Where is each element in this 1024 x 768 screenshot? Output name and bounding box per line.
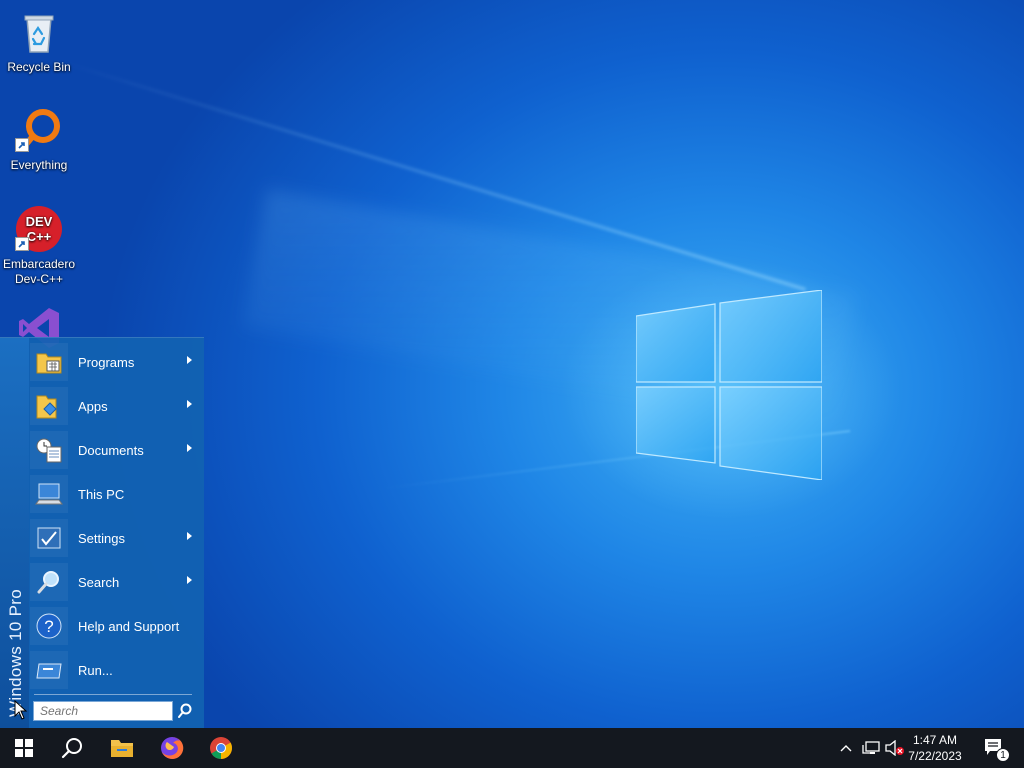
desktop-icon-everything[interactable]: Everything — [0, 106, 78, 173]
menu-item-help[interactable]: ? Help and Support — [30, 605, 200, 647]
taskbar-clock[interactable]: 1:47 AM 7/22/2023 — [904, 732, 966, 764]
menu-item-label: Search — [78, 574, 120, 590]
search-icon — [178, 703, 192, 718]
submenu-arrow-icon — [187, 400, 192, 408]
firefox-icon — [161, 736, 184, 759]
network-tray-button[interactable] — [860, 728, 882, 768]
chrome-icon — [210, 737, 232, 759]
menu-item-label: Settings — [78, 530, 125, 546]
menu-item-documents[interactable]: Documents — [30, 429, 200, 471]
taskbar-search-button[interactable] — [48, 728, 96, 768]
volume-muted-icon — [885, 740, 904, 756]
folder-icon — [111, 740, 133, 757]
clock-time: 1:47 AM — [912, 733, 958, 747]
shortcut-arrow-icon — [15, 138, 29, 152]
menu-item-label: Apps — [78, 398, 108, 414]
submenu-arrow-icon — [187, 532, 192, 540]
network-icon — [862, 741, 880, 754]
taskbar: 1:47 AM 7/22/2023 1 — [0, 728, 1024, 768]
action-center-button[interactable]: 1 — [978, 728, 1012, 768]
menu-item-label: Programs — [78, 354, 135, 370]
firefox-button[interactable] — [148, 728, 196, 768]
chevron-up-icon — [840, 745, 852, 752]
volume-tray-button[interactable] — [884, 728, 906, 768]
windows-wallpaper-logo — [636, 290, 822, 480]
menu-item-apps[interactable]: Apps — [30, 385, 200, 427]
svg-text:?: ? — [44, 617, 53, 636]
menu-item-search[interactable]: Search — [30, 561, 200, 603]
menu-separator — [34, 694, 192, 695]
menu-item-label: Run... — [78, 662, 113, 678]
apps-folder-icon — [30, 387, 68, 425]
clock-date: 7/22/2023 — [908, 749, 962, 763]
submenu-arrow-icon — [187, 576, 192, 584]
desktop-icon-recycle-bin[interactable]: Recycle Bin — [0, 8, 78, 75]
run-icon — [30, 651, 68, 689]
desktop-icon-label: Recycle Bin — [7, 60, 71, 74]
start-button[interactable] — [0, 728, 48, 768]
svg-text:C++: C++ — [27, 229, 52, 244]
show-hidden-icons-button[interactable] — [836, 728, 856, 768]
recycle-bin-icon — [15, 8, 63, 56]
banner-text: Windows 10 Pro — [6, 589, 25, 717]
menu-item-label: This PC — [78, 486, 125, 502]
documents-icon — [30, 431, 68, 469]
start-menu-search-input[interactable] — [33, 701, 173, 721]
menu-item-programs[interactable]: Programs — [30, 341, 200, 383]
start-menu: Windows 10 Pro Programs Apps Documents T… — [0, 337, 204, 729]
start-menu-banner: Windows 10 Pro — [0, 338, 29, 729]
wallpaper-light-beam — [59, 60, 806, 291]
notification-count-badge: 1 — [996, 748, 1010, 762]
menu-item-run[interactable]: Run... — [30, 649, 200, 691]
programs-folder-icon — [30, 343, 68, 381]
magnifier-icon — [30, 563, 68, 601]
help-icon: ? — [30, 607, 68, 645]
menu-item-label: Help and Support — [78, 618, 180, 634]
submenu-arrow-icon — [187, 444, 192, 452]
search-go-button[interactable] — [176, 702, 194, 720]
menu-item-this-pc[interactable]: This PC — [30, 473, 200, 515]
mouse-cursor-icon — [14, 700, 28, 720]
computer-icon — [30, 475, 68, 513]
desktop-icon-devcpp[interactable]: DEV C++ Embarcadero Dev-C++ — [0, 205, 78, 287]
menu-item-label: Documents — [78, 442, 144, 458]
desktop-icon-label: Embarcadero Dev-C++ — [2, 257, 76, 286]
everything-magnifier-icon — [15, 106, 63, 154]
chrome-button[interactable] — [197, 728, 245, 768]
file-explorer-button[interactable] — [98, 728, 146, 768]
settings-icon — [30, 519, 68, 557]
search-icon — [61, 738, 82, 759]
desktop-icon-label: Everything — [10, 158, 68, 172]
submenu-arrow-icon — [187, 356, 192, 364]
shortcut-arrow-icon — [15, 237, 29, 251]
devcpp-logo-icon: DEV C++ — [15, 205, 63, 253]
menu-item-settings[interactable]: Settings — [30, 517, 200, 559]
windows-logo-icon — [15, 739, 33, 757]
svg-text:DEV: DEV — [26, 214, 53, 229]
